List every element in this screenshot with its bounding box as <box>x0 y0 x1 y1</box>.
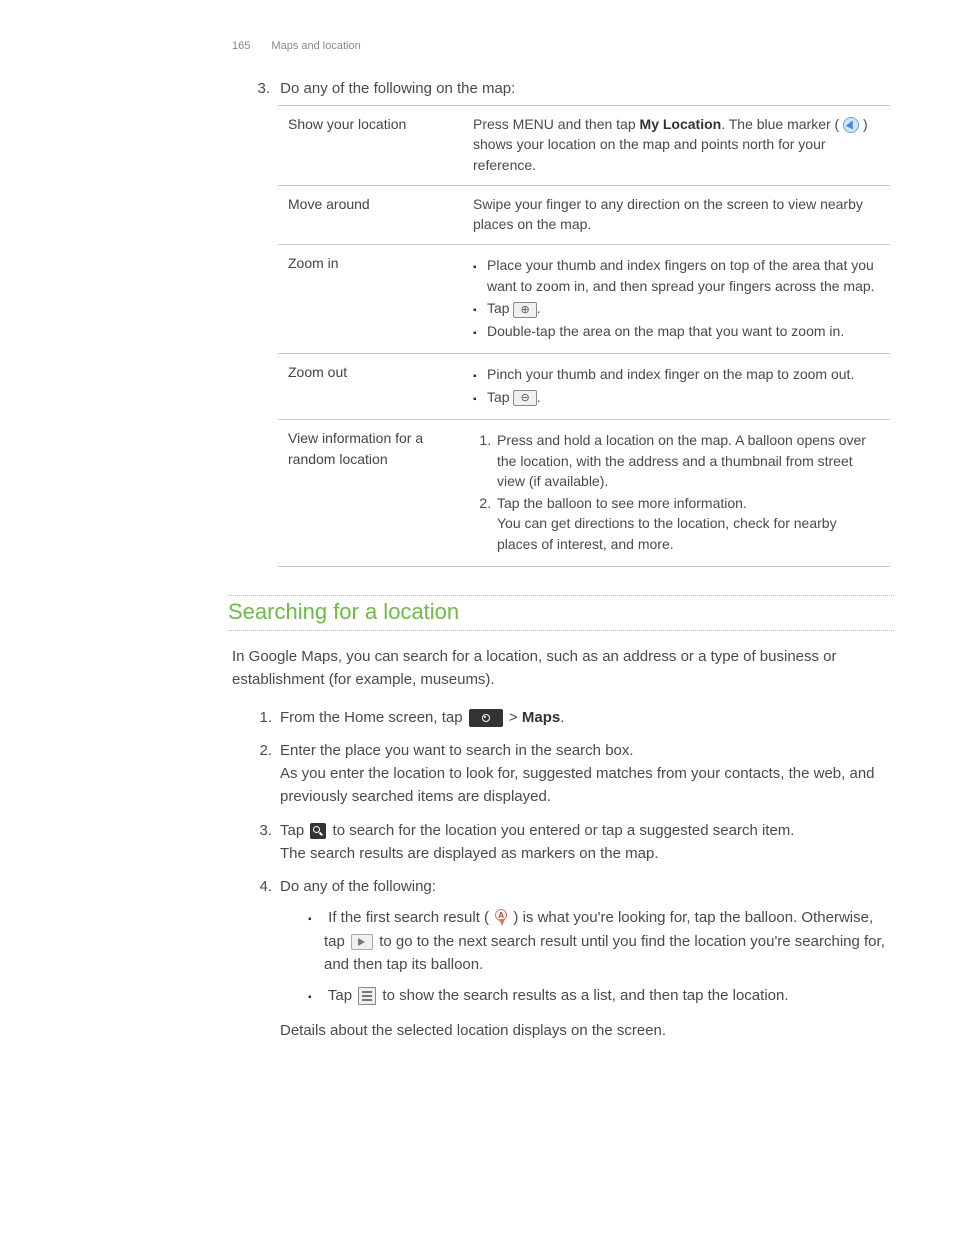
section-divider: Searching for a location <box>228 595 894 631</box>
page-number: 165 <box>232 40 250 52</box>
app-launcher-icon <box>469 709 503 727</box>
table-row: Move around Swipe your finger to any dir… <box>278 185 890 245</box>
next-result-icon <box>351 934 373 950</box>
zoom-out-icon: ⊖ <box>513 390 536 406</box>
table-row: View information for a random location P… <box>278 420 890 567</box>
map-actions-table: Show your location Press MENU and then t… <box>278 105 890 567</box>
list-item: 4. Do any of the following: If the first… <box>250 875 894 1043</box>
row-desc: Pinch your thumb and index finger on the… <box>463 354 890 420</box>
search-steps: 1. From the Home screen, tap > Maps. 2. … <box>250 706 894 1043</box>
list-view-icon <box>358 987 376 1005</box>
list-item: 2. Enter the place you want to search in… <box>250 739 894 809</box>
header-section: Maps and location <box>271 40 360 52</box>
row-label: Zoom out <box>278 354 463 420</box>
table-row: Zoom in Place your thumb and index finge… <box>278 245 890 354</box>
table-row: Show your location Press MENU and then t… <box>278 106 890 186</box>
list-item: If the first search result ( A ) is what… <box>308 906 894 976</box>
row-desc: Swipe your finger to any direction on th… <box>463 185 890 245</box>
zoom-in-icon: ⊕ <box>513 302 536 318</box>
section-title: Searching for a location <box>228 599 894 625</box>
list-item: 1. From the Home screen, tap > Maps. <box>250 706 894 729</box>
row-desc: Press and hold a location on the map. A … <box>463 420 890 567</box>
step-outro: Details about the selected location disp… <box>280 1019 894 1042</box>
list-item: 3. Tap to search for the location you en… <box>250 819 894 866</box>
row-label: Show your location <box>278 106 463 186</box>
search-icon <box>310 823 326 839</box>
section-intro: In Google Maps, you can search for a loc… <box>232 645 894 692</box>
row-label: Zoom in <box>278 245 463 354</box>
row-desc: Press MENU and then tap My Location. The… <box>463 106 890 186</box>
row-label: View information for a random location <box>278 420 463 567</box>
result-pin-icon: A <box>494 909 508 927</box>
page-header: 165 Maps and location <box>232 40 894 52</box>
step-3-intro: 3. Do any of the following on the map: <box>250 80 894 97</box>
row-label: Move around <box>278 185 463 245</box>
row-desc: Place your thumb and index fingers on to… <box>463 245 890 354</box>
table-row: Zoom out Pinch your thumb and index fing… <box>278 354 890 420</box>
location-marker-icon <box>843 117 859 133</box>
list-item: Tap to show the search results as a list… <box>308 984 894 1007</box>
